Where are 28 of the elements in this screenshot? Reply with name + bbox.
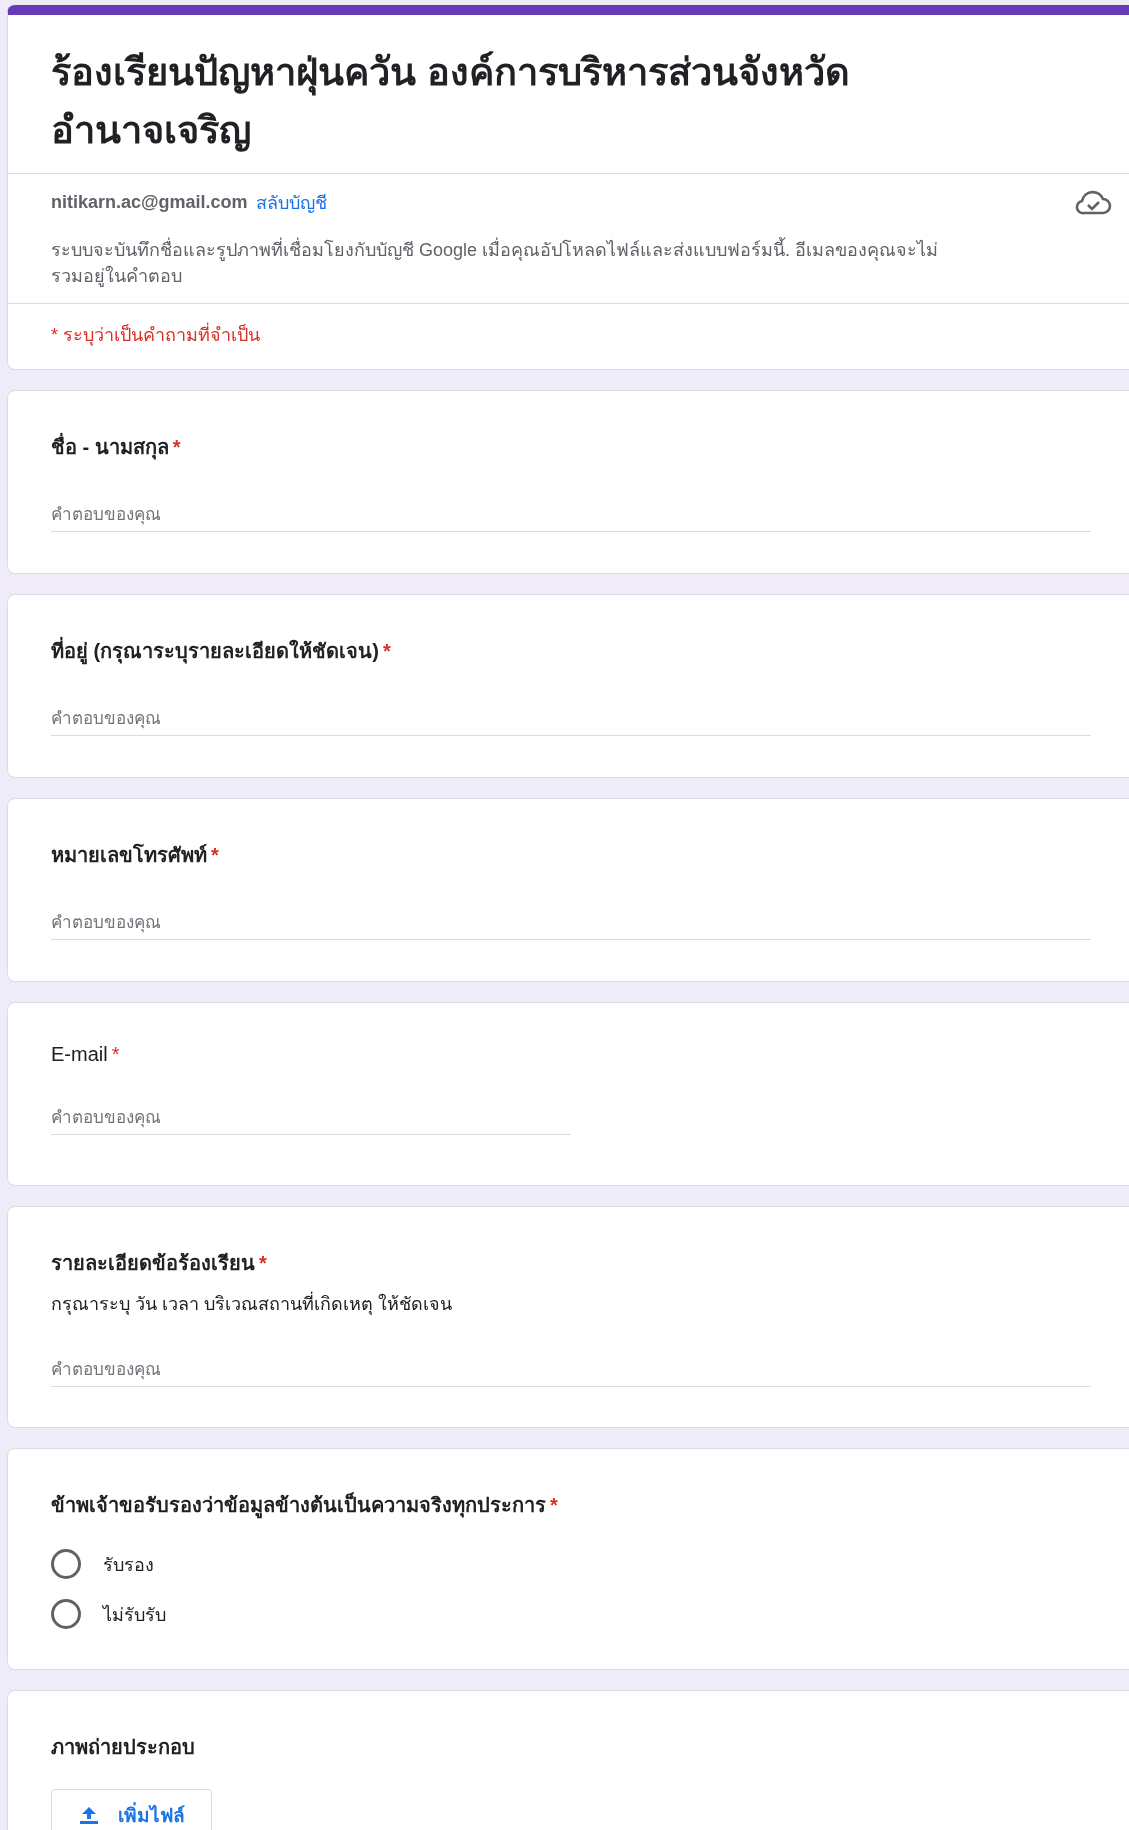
question-title: หมายเลขโทรศัพท์: [51, 844, 207, 866]
add-file-button[interactable]: เพิ่มไฟล์: [51, 1789, 212, 1830]
cloud-check-icon: [1074, 189, 1112, 216]
switch-account-link[interactable]: สลับบัญชี: [255, 188, 327, 217]
radio-option[interactable]: ไม่รับรับ: [51, 1599, 1103, 1629]
answer-field[interactable]: คำตอบของคุณ: [51, 499, 1091, 532]
radio-circle[interactable]: [51, 1599, 81, 1629]
required-asterisk: *: [382, 640, 391, 662]
required-note: * ระบุว่าเป็นคำถามที่จำเป็น: [8, 304, 1129, 369]
required-asterisk: *: [211, 844, 219, 866]
answer-field[interactable]: คำตอบของคุณ: [51, 1102, 571, 1135]
required-asterisk: *: [111, 1043, 120, 1065]
question-title: ภาพถ่ายประกอบ: [51, 1736, 195, 1758]
answer-field[interactable]: คำตอบของคุณ: [51, 907, 1091, 940]
answer-field[interactable]: คำตอบของคุณ: [51, 1354, 1091, 1387]
question-title: รายละเอียดข้อร้องเรียน: [51, 1252, 255, 1274]
notice-text: ระบบจะบันทึกชื่อและรูปภาพที่เชื่อมโยงกับบัญชี Google เมื่อคุณอัปโหลดไฟล์และส่งแบบฟอร์มนี้. อีเมลของคุณจะไม่รวมอยู่ในคำตอบ: [8, 217, 991, 303]
required-asterisk: *: [259, 1252, 267, 1274]
required-asterisk: *: [172, 436, 181, 458]
radio-option[interactable]: รับรอง: [51, 1549, 1103, 1579]
required-asterisk: *: [550, 1494, 558, 1516]
answer-field[interactable]: คำตอบของคุณ: [51, 703, 1091, 736]
question-title: E-mail: [51, 1043, 108, 1065]
account-email: nitikarn.ac@gmail.com: [51, 192, 248, 213]
radio-circle[interactable]: [51, 1549, 81, 1579]
form-title: ร้องเรียนปัญหาฝุ่นควัน องค์การบริหารส่วนจังหวัดอำนาจเจริญ: [50, 50, 851, 154]
question-description: กรุณาระบุ วัน เวลา บริเวณสถานที่เกิดเหตุ ให้ชัดเจน: [51, 1289, 1103, 1318]
upload-icon: [78, 1805, 100, 1825]
